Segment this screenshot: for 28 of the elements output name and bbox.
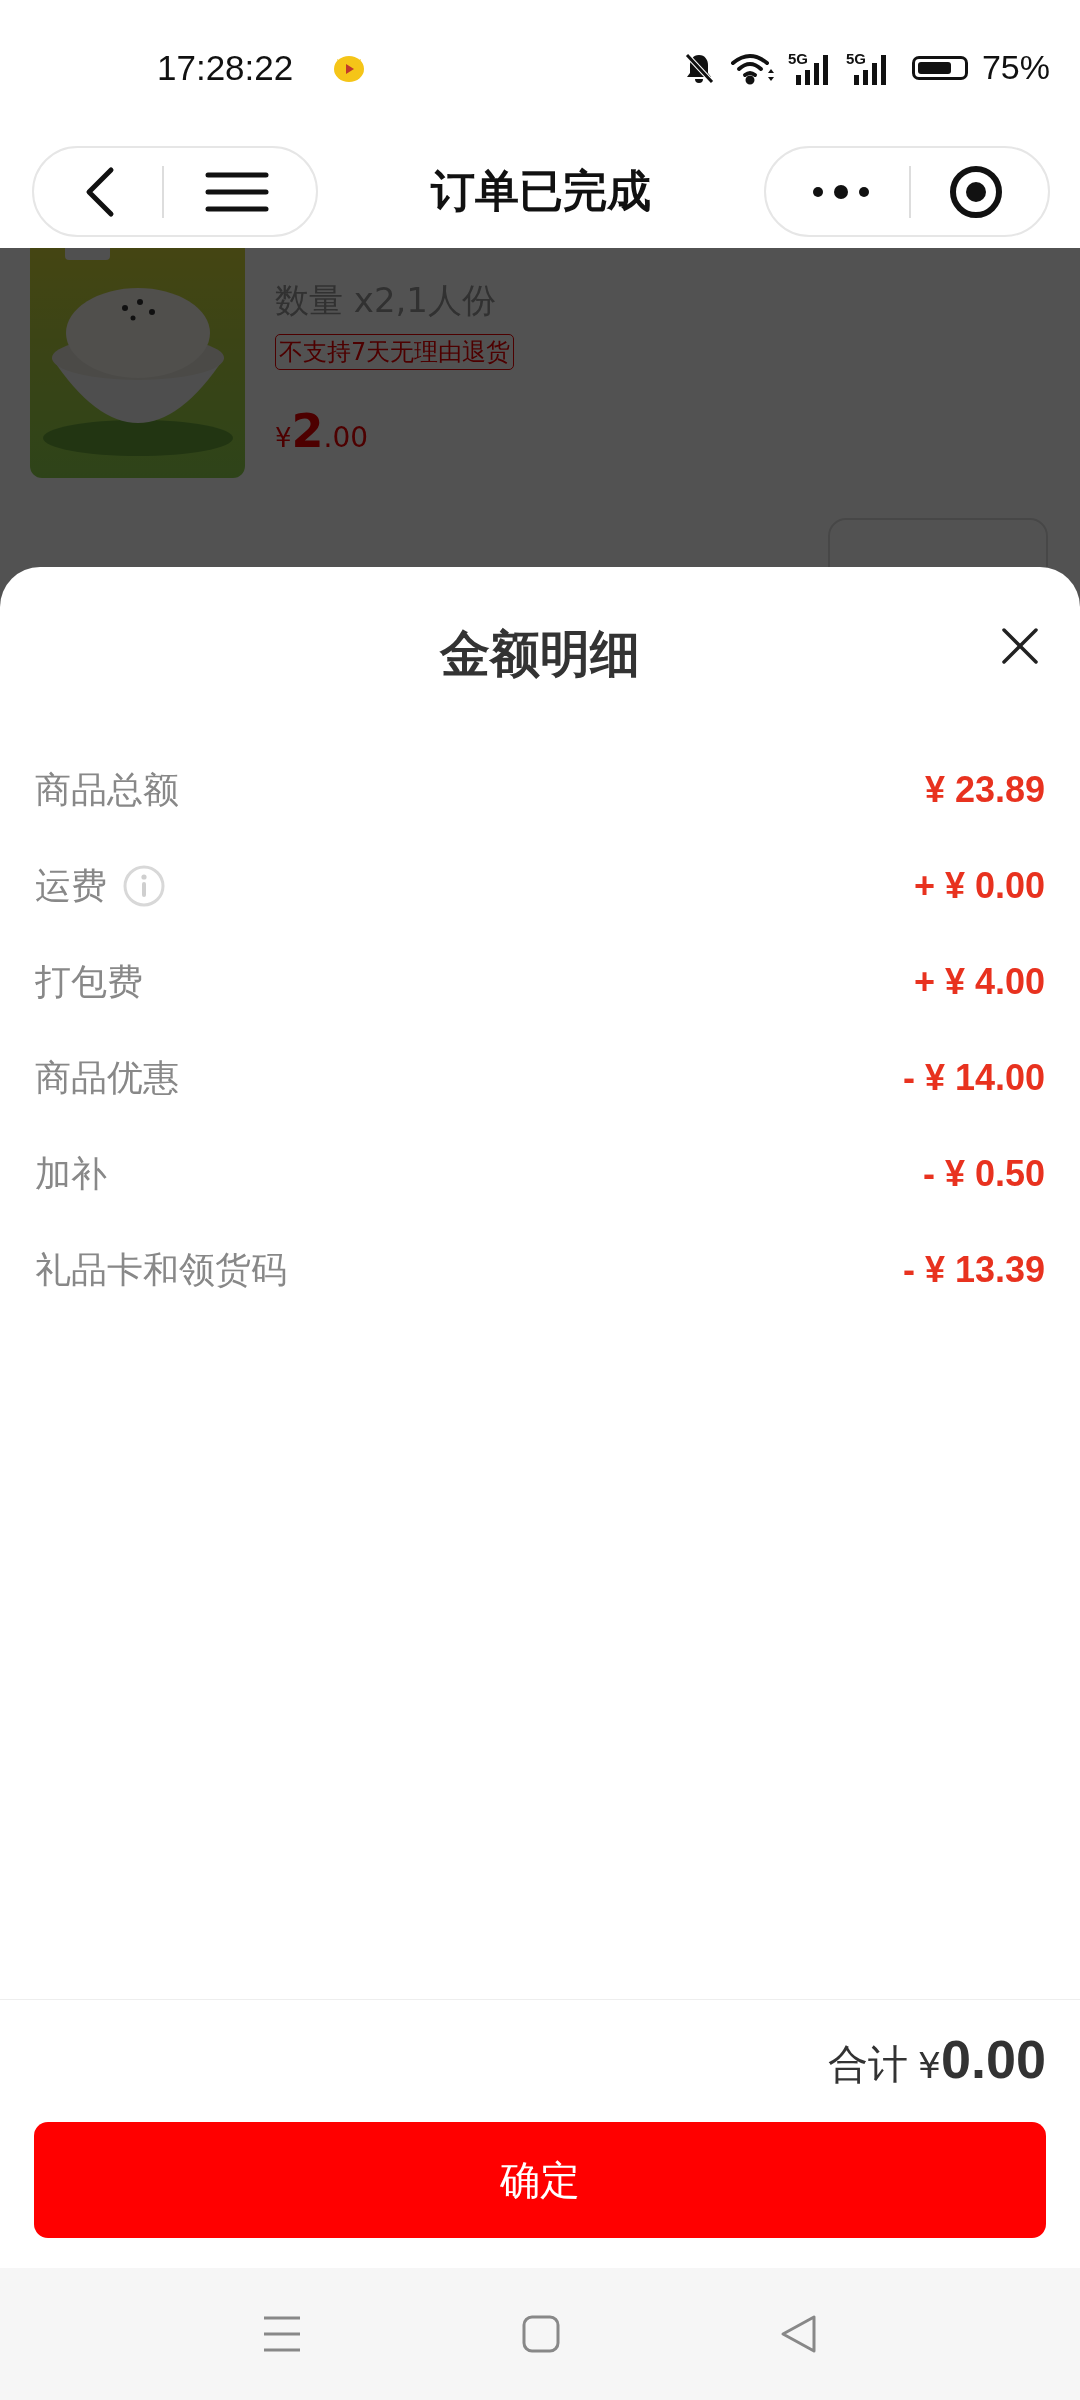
product-price: ¥2.00 bbox=[275, 404, 370, 458]
close-target-icon[interactable] bbox=[949, 164, 1003, 219]
fee-label: 打包费 bbox=[35, 959, 143, 1004]
fee-amount: + ¥ 0.00 bbox=[913, 865, 1045, 907]
order-total: 合计 ¥0.00 bbox=[828, 2028, 1046, 2091]
recent-apps-icon[interactable] bbox=[262, 2315, 302, 2353]
menu-icon[interactable] bbox=[205, 170, 270, 213]
fee-label: 运费 bbox=[35, 863, 107, 908]
more-icon[interactable] bbox=[811, 183, 871, 200]
sheet-title: 金额明细 bbox=[440, 624, 640, 685]
back-triangle-icon[interactable] bbox=[780, 2314, 818, 2354]
fee-label: 礼品卡和领货码 bbox=[35, 1247, 287, 1292]
home-icon[interactable] bbox=[522, 2315, 560, 2353]
page-title: 订单已完成 bbox=[431, 164, 651, 218]
fee-amount: - ¥ 14.00 bbox=[902, 1057, 1045, 1099]
fee-amount: ¥ 23.89 bbox=[924, 769, 1045, 811]
battery-percentage: 75% bbox=[981, 48, 1050, 87]
battery-icon bbox=[911, 55, 968, 80]
confirm-button[interactable]: 确定 bbox=[34, 2122, 1046, 2238]
fee-label: 商品优惠 bbox=[35, 1055, 179, 1100]
return-policy-tag: 不支持7天无理由退货 bbox=[275, 334, 515, 370]
fee-amount: - ¥ 13.39 bbox=[902, 1249, 1045, 1291]
fee-amount: + ¥ 4.00 bbox=[913, 961, 1045, 1003]
close-icon[interactable] bbox=[1001, 627, 1039, 665]
fee-label: 加补 bbox=[35, 1151, 107, 1196]
fee-label: 商品总额 bbox=[35, 767, 179, 812]
clock-time: 17:28:22 bbox=[157, 47, 294, 88]
fee-amount: - ¥ 0.50 bbox=[922, 1153, 1045, 1195]
